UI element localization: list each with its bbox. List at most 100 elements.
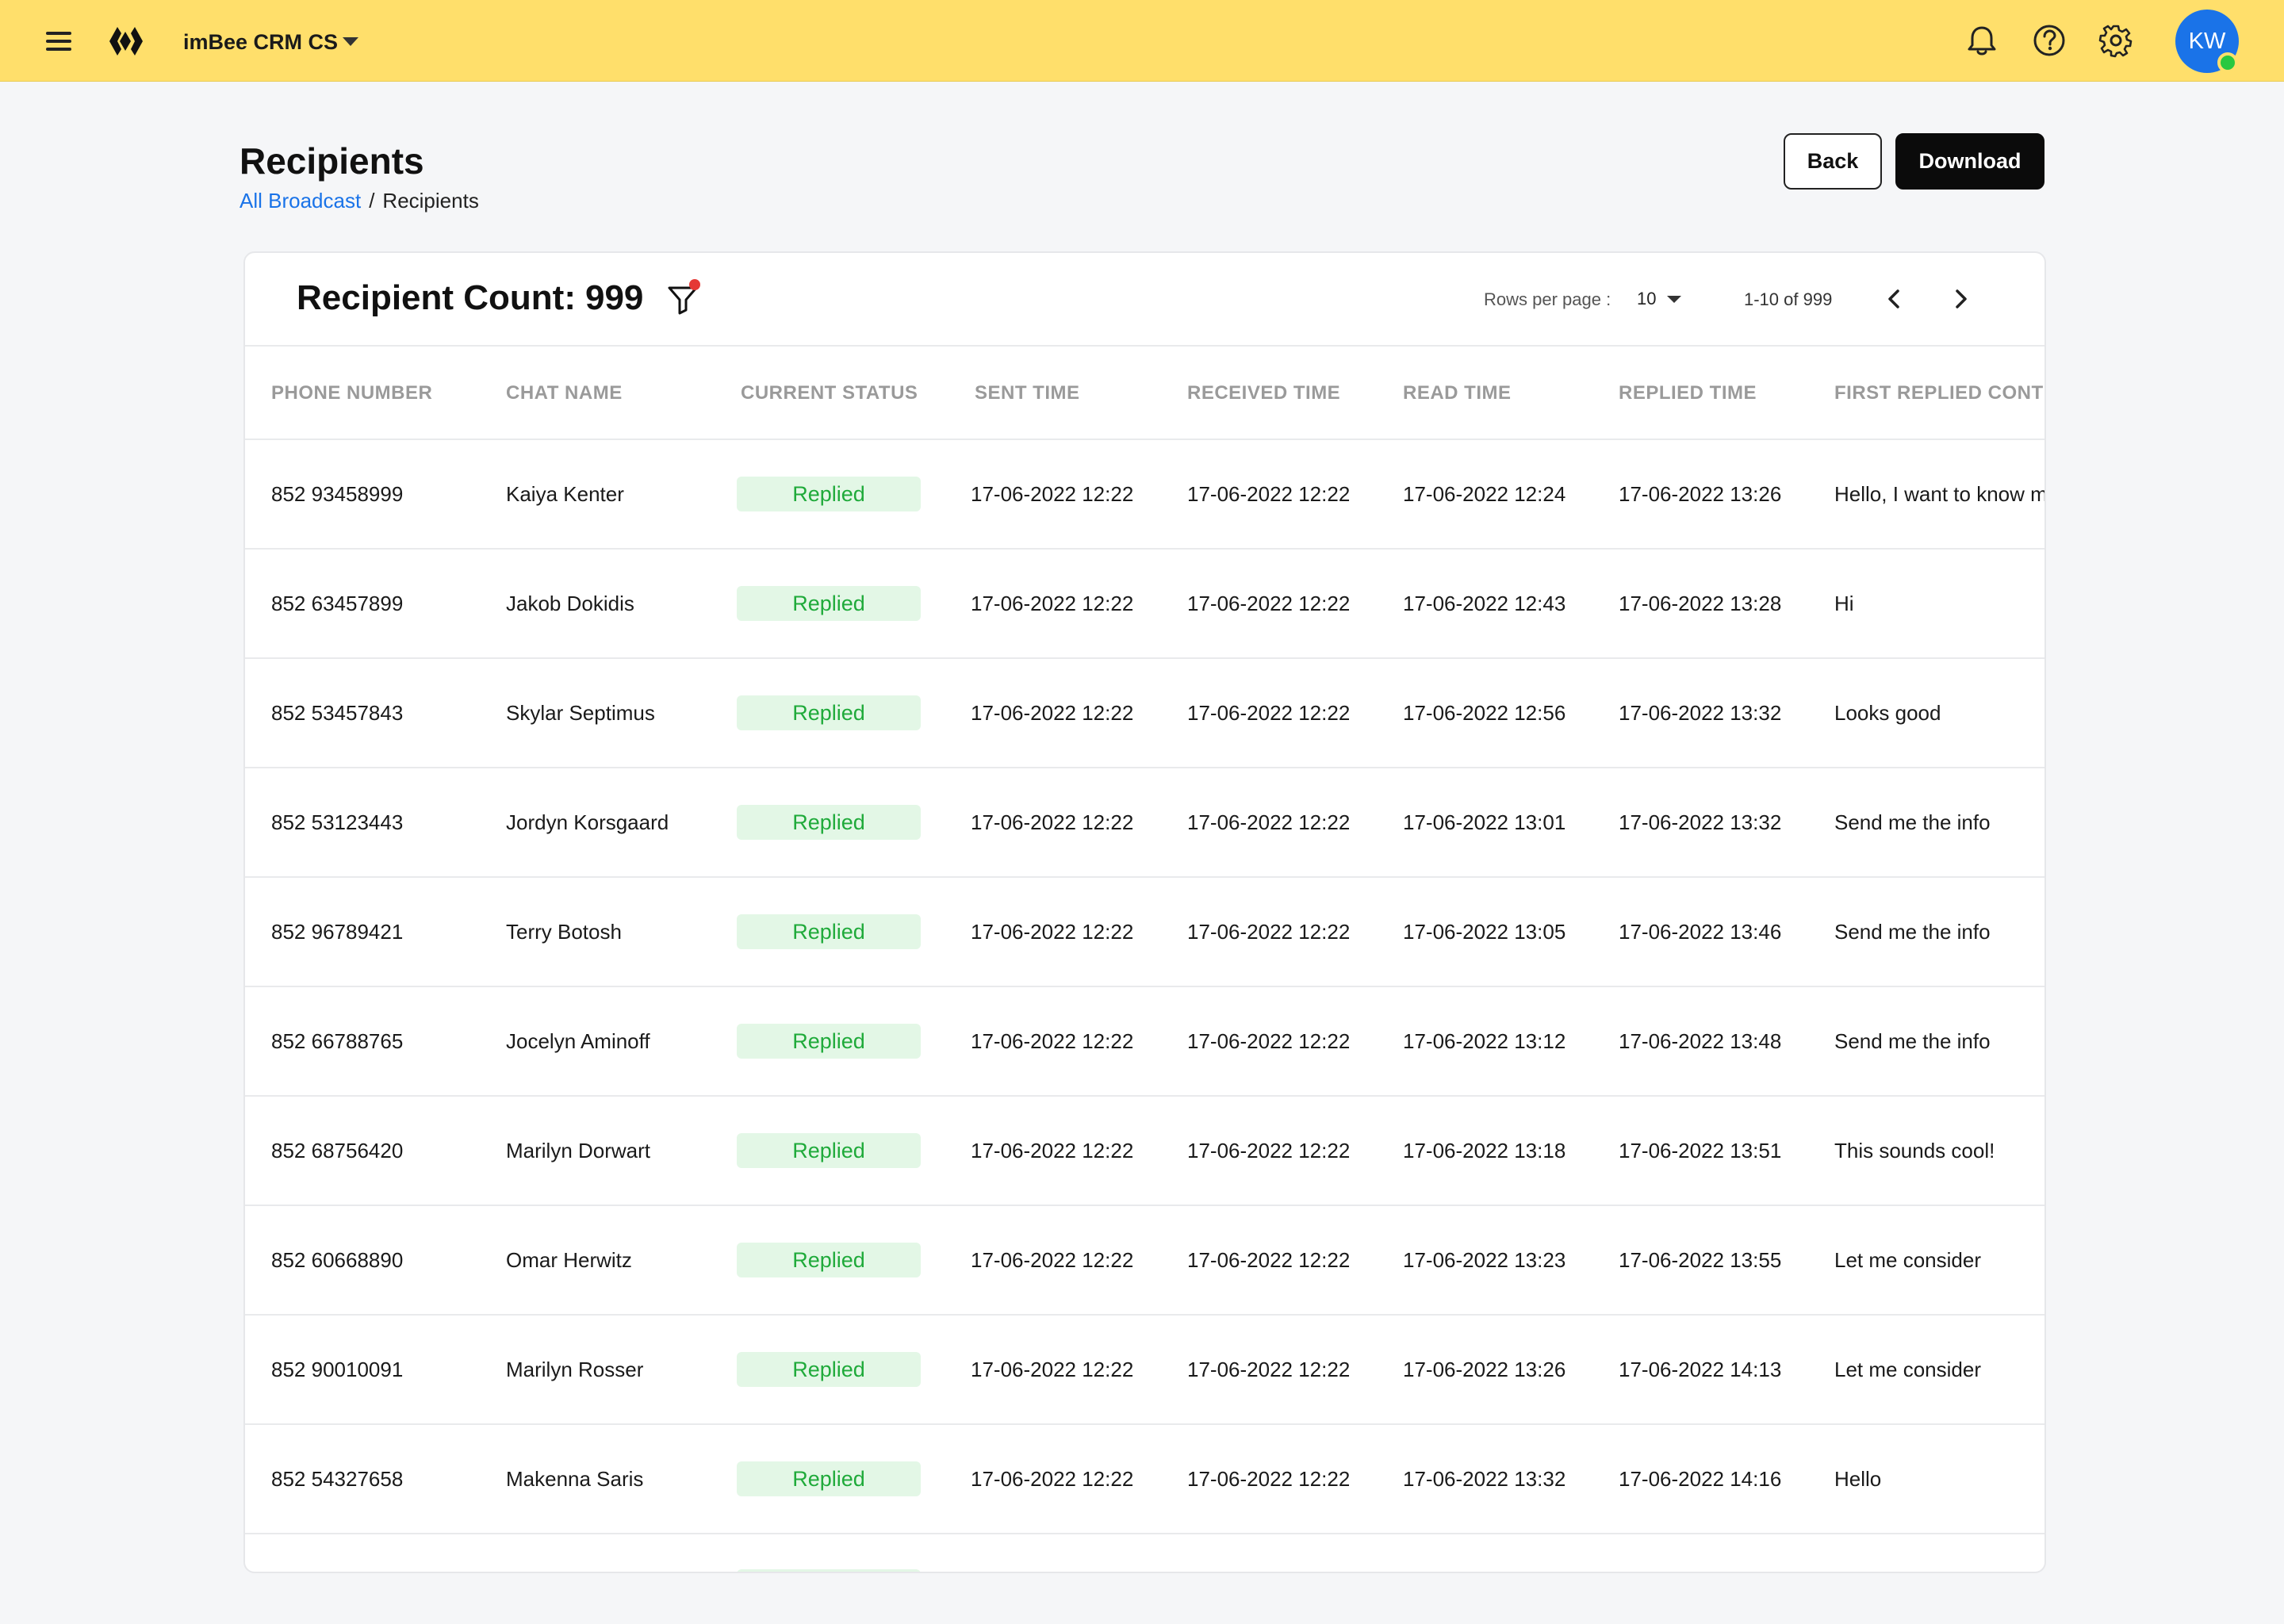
cell-first-replied-content: Looks good bbox=[1834, 701, 1941, 725]
cell-phone-number: 852 63457899 bbox=[271, 592, 404, 615]
cell-chat-name: Jakob Dokidis bbox=[506, 592, 634, 615]
status-badge: Replied bbox=[737, 805, 921, 840]
cell-phone-number: 852 54327658 bbox=[271, 1467, 404, 1491]
cell-received-time: 17-06-2022 12:22 bbox=[1187, 920, 1351, 944]
status-badge: Replied bbox=[737, 1352, 921, 1387]
cell-received-time: 17-06-2022 12:22 bbox=[1187, 1248, 1351, 1272]
cell-chat-name: Skylar Septimus bbox=[506, 701, 655, 725]
top-bar: imBee CRM CS KW bbox=[0, 0, 2284, 82]
workspace-dropdown-icon[interactable] bbox=[343, 37, 358, 46]
cell-sent-time: 17-06-2022 12:22 bbox=[971, 1029, 1134, 1053]
workspace-name[interactable]: imBee CRM CS bbox=[183, 26, 338, 58]
table-row[interactable]: 852 68756420 Marilyn Dorwart 17-06-2022 12… bbox=[245, 1097, 2044, 1206]
cell-sent-time: 17-06-2022 12:22 bbox=[971, 701, 1134, 725]
table-row[interactable]: 852 63457899 Jakob Dokidis 17-06-2022 12:2… bbox=[245, 550, 2044, 659]
cell-first-replied-content: Hello bbox=[1834, 1467, 1882, 1491]
pagination-range: 1-10 of 999 bbox=[1744, 289, 1833, 309]
cell-read-time: 17-06-2022 13:18 bbox=[1403, 1139, 1566, 1162]
table-header: PHONE NUMBER CHAT NAME CURRENT STATUS SE… bbox=[245, 347, 2044, 440]
table-row[interactable]: 852 54327658 Makenna Saris 17-06-2022 12:2… bbox=[245, 1425, 2044, 1534]
column-header-sent-time[interactable]: SENT TIME bbox=[975, 347, 1080, 440]
next-page-icon[interactable] bbox=[1945, 283, 1976, 315]
table-row[interactable]: 852 96789421 Terry Botosh 17-06-2022 12:22… bbox=[245, 878, 2044, 987]
column-header-read-time[interactable]: READ TIME bbox=[1403, 347, 1512, 440]
cell-chat-name: Jocelyn Aminoff bbox=[506, 1029, 650, 1053]
table-row[interactable]: 852 66788765 Jocelyn Aminoff 17-06-2022 12… bbox=[245, 987, 2044, 1097]
cell-replied-time: 17-06-2022 13:32 bbox=[1619, 810, 1782, 834]
cell-chat-name: Terry Botosh bbox=[506, 920, 622, 944]
rows-per-page-select[interactable]: 10 bbox=[1637, 285, 1682, 313]
cell-phone-number: 852 96789421 bbox=[271, 920, 404, 944]
cell-phone-number: 852 66788765 bbox=[271, 1029, 404, 1053]
recipient-count-title: Recipient Count: 999 bbox=[297, 278, 643, 318]
table-row[interactable]: 852 53457843 Skylar Septimus 17-06-2022 12… bbox=[245, 659, 2044, 768]
cell-sent-time: 17-06-2022 12:22 bbox=[971, 810, 1134, 834]
cell-received-time: 17-06-2022 12:22 bbox=[1187, 1139, 1351, 1162]
recipient-count-value: 999 bbox=[584, 278, 644, 317]
cell-phone-number: 852 53457843 bbox=[271, 701, 404, 725]
cell-phone-number: 852 53123443 bbox=[271, 810, 404, 834]
recipient-count-label: Recipient Count: bbox=[297, 278, 576, 317]
cell-received-time: 17-06-2022 12:22 bbox=[1187, 701, 1351, 725]
cell-received-time: 17-06-2022 12:22 bbox=[1187, 810, 1351, 834]
table-row[interactable]: 852 53123443 Jordyn Korsgaard 17-06-2022 1… bbox=[245, 768, 2044, 878]
cell-read-time: 17-06-2022 13:05 bbox=[1403, 920, 1566, 944]
cell-first-replied-content: Send me the info bbox=[1834, 810, 1991, 834]
cell-sent-time: 17-06-2022 12:22 bbox=[971, 1358, 1134, 1381]
cell-read-time: 17-06-2022 13:12 bbox=[1403, 1029, 1566, 1053]
recipients-table: PHONE NUMBER CHAT NAME CURRENT STATUS SE… bbox=[245, 347, 2044, 1534]
status-badge: Replied bbox=[737, 586, 921, 621]
cell-read-time: 17-06-2022 13:01 bbox=[1403, 810, 1566, 834]
table-row[interactable]: 852 93458999 Kaiya Kenter 17-06-2022 12:22… bbox=[245, 440, 2044, 550]
cell-first-replied-content: Send me the info bbox=[1834, 920, 1991, 944]
bell-icon[interactable] bbox=[1964, 23, 1999, 58]
table-body: 852 93458999 Kaiya Kenter 17-06-2022 12:22… bbox=[245, 440, 2044, 1534]
cell-sent-time: 17-06-2022 12:22 bbox=[971, 1139, 1134, 1162]
help-icon[interactable] bbox=[2032, 23, 2067, 58]
column-header-phone-number[interactable]: PHONE NUMBER bbox=[271, 347, 432, 440]
menu-icon[interactable] bbox=[43, 27, 75, 56]
cell-sent-time: 17-06-2022 12:22 bbox=[971, 592, 1134, 615]
column-header-chat-name[interactable]: CHAT NAME bbox=[506, 347, 623, 440]
cell-first-replied-content: Hi bbox=[1834, 592, 1854, 615]
breadcrumb: All Broadcast / Recipients bbox=[240, 187, 479, 214]
gear-icon[interactable] bbox=[2098, 23, 2133, 58]
cell-replied-time: 17-06-2022 13:55 bbox=[1619, 1248, 1782, 1272]
imbee-logo[interactable] bbox=[108, 25, 144, 57]
online-status-indicator bbox=[2217, 52, 2238, 73]
cell-chat-name: Omar Herwitz bbox=[506, 1248, 632, 1272]
download-button[interactable]: Download bbox=[1895, 133, 2044, 190]
cell-chat-name: Jordyn Korsgaard bbox=[506, 810, 669, 834]
status-badge: Replied bbox=[737, 914, 921, 949]
previous-page-icon[interactable] bbox=[1879, 283, 1910, 315]
back-button[interactable]: Back bbox=[1784, 133, 1882, 190]
cell-first-replied-content: This sounds cool! bbox=[1834, 1139, 1995, 1162]
recipients-card: Recipient Count: 999 Rows per page : 10 … bbox=[243, 251, 2046, 1573]
column-header-received-time[interactable]: RECEIVED TIME bbox=[1187, 347, 1340, 440]
cell-phone-number: 852 68756420 bbox=[271, 1139, 404, 1162]
cell-read-time: 17-06-2022 12:43 bbox=[1403, 592, 1566, 615]
cell-chat-name: Marilyn Rosser bbox=[506, 1358, 644, 1381]
cell-read-time: 17-06-2022 12:56 bbox=[1403, 701, 1566, 725]
breadcrumb-current: Recipients bbox=[382, 189, 479, 213]
cell-chat-name: Kaiya Kenter bbox=[506, 482, 624, 506]
column-header-first-replied-content[interactable]: FIRST REPLIED CONTE bbox=[1834, 347, 2044, 440]
card-header: Recipient Count: 999 Rows per page : 10 … bbox=[245, 253, 2044, 347]
rows-per-page-dropdown-icon bbox=[1667, 295, 1682, 303]
cell-received-time: 17-06-2022 12:22 bbox=[1187, 592, 1351, 615]
status-badge: Replied bbox=[737, 1461, 921, 1496]
cell-sent-time: 17-06-2022 12:22 bbox=[971, 920, 1134, 944]
status-badge: Replied bbox=[737, 695, 921, 730]
column-header-current-status[interactable]: CURRENT STATUS bbox=[741, 347, 918, 440]
cell-replied-time: 17-06-2022 13:28 bbox=[1619, 592, 1782, 615]
breadcrumb-separator: / bbox=[369, 189, 375, 213]
cell-first-replied-content: Let me consider bbox=[1834, 1358, 1981, 1381]
cell-phone-number: 852 90010091 bbox=[271, 1358, 404, 1381]
cell-read-time: 17-06-2022 13:32 bbox=[1403, 1467, 1566, 1491]
filter-active-indicator bbox=[689, 279, 700, 290]
next-row-status-badge-partial bbox=[737, 1569, 921, 1572]
column-header-replied-time[interactable]: REPLIED TIME bbox=[1619, 347, 1757, 440]
breadcrumb-all-broadcast-link[interactable]: All Broadcast bbox=[240, 187, 361, 214]
table-row[interactable]: 852 90010091 Marilyn Rosser 17-06-2022 12:… bbox=[245, 1316, 2044, 1425]
table-row[interactable]: 852 60668890 Omar Herwitz 17-06-2022 12:22… bbox=[245, 1206, 2044, 1316]
